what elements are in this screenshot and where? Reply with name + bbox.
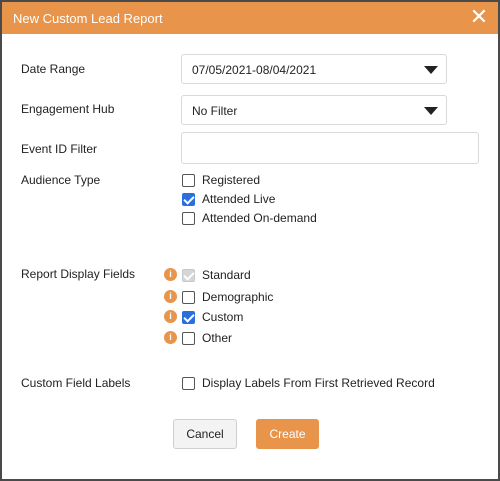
dialog-titlebar: New Custom Lead Report ✕ bbox=[2, 2, 498, 34]
audience-attended-live-option[interactable]: Attended Live bbox=[182, 191, 275, 207]
attended-on-demand-checkbox[interactable] bbox=[182, 211, 195, 225]
demographic-checkbox[interactable] bbox=[182, 290, 195, 304]
info-icon[interactable]: i bbox=[164, 310, 177, 323]
custom-label: Custom bbox=[202, 310, 244, 324]
other-checkbox[interactable] bbox=[182, 331, 195, 345]
engagement-hub-select[interactable]: No Filter bbox=[181, 95, 447, 125]
audience-type-label: Audience Type bbox=[21, 173, 101, 187]
attended-live-checkbox[interactable] bbox=[182, 192, 195, 206]
display-labels-from-first-record-option[interactable]: Display Labels From First Retrieved Reco… bbox=[182, 375, 435, 391]
info-icon[interactable]: i bbox=[164, 290, 177, 303]
other-label: Other bbox=[202, 331, 233, 345]
custom-checkbox[interactable] bbox=[182, 310, 195, 324]
info-icon[interactable]: i bbox=[164, 268, 177, 281]
engagement-hub-value: No Filter bbox=[192, 104, 238, 118]
display-demographic-option[interactable]: Demographic bbox=[182, 289, 273, 305]
new-custom-lead-report-dialog: New Custom Lead Report ✕ Date Range 07/0… bbox=[0, 0, 500, 481]
event-id-filter-input[interactable] bbox=[181, 132, 479, 164]
custom-field-labels-label: Custom Field Labels bbox=[21, 376, 131, 390]
display-other-option[interactable]: Other bbox=[182, 330, 232, 346]
engagement-hub-label: Engagement Hub bbox=[21, 102, 115, 116]
standard-label: Standard bbox=[202, 268, 251, 282]
display-custom-option[interactable]: Custom bbox=[182, 309, 243, 325]
dialog-title: New Custom Lead Report bbox=[13, 11, 163, 26]
display-standard-option: Standard bbox=[182, 267, 251, 283]
chevron-down-icon bbox=[424, 66, 438, 74]
close-icon[interactable]: ✕ bbox=[468, 5, 490, 29]
chevron-down-icon bbox=[424, 107, 438, 115]
display-labels-checkbox[interactable] bbox=[182, 376, 195, 390]
standard-checkbox bbox=[182, 268, 195, 282]
date-range-value: 07/05/2021-08/04/2021 bbox=[192, 63, 317, 77]
event-id-filter-label: Event ID Filter bbox=[21, 142, 98, 156]
report-display-fields-label: Report Display Fields bbox=[21, 267, 136, 281]
attended-on-demand-label: Attended On-demand bbox=[202, 211, 317, 225]
create-button[interactable]: Create bbox=[256, 419, 319, 449]
info-icon[interactable]: i bbox=[164, 331, 177, 344]
attended-live-label: Attended Live bbox=[202, 192, 276, 206]
cancel-button[interactable]: Cancel bbox=[173, 419, 237, 449]
audience-attended-on-demand-option[interactable]: Attended On-demand bbox=[182, 210, 317, 226]
demographic-label: Demographic bbox=[202, 290, 274, 304]
date-range-label: Date Range bbox=[21, 62, 86, 76]
date-range-select[interactable]: 07/05/2021-08/04/2021 bbox=[181, 54, 447, 84]
registered-checkbox[interactable] bbox=[182, 173, 195, 187]
display-labels-label: Display Labels From First Retrieved Reco… bbox=[202, 376, 435, 390]
audience-registered-option[interactable]: Registered bbox=[182, 172, 260, 188]
registered-label: Registered bbox=[202, 173, 261, 187]
